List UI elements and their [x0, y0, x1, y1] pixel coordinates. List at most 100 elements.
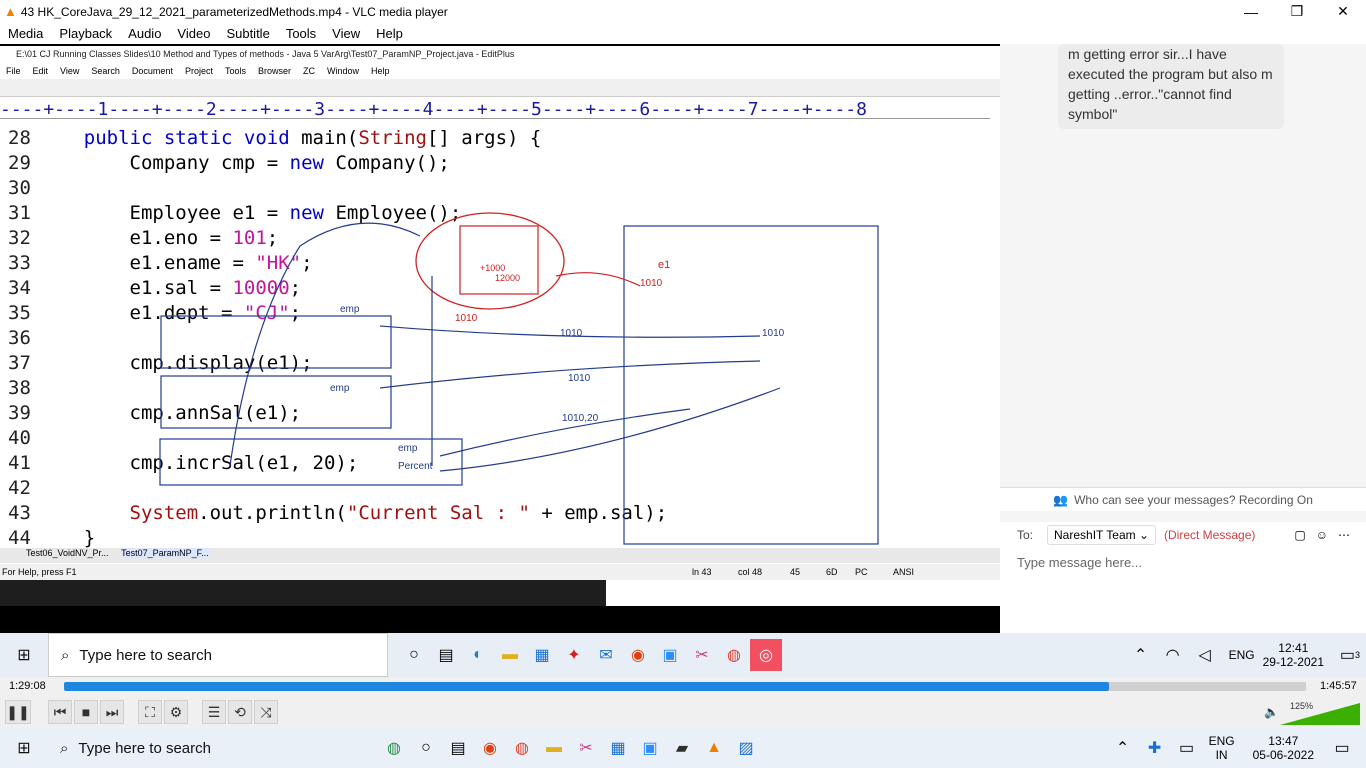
notification-icon[interactable]: ▭	[1326, 732, 1358, 764]
ep-menu-help[interactable]: Help	[365, 66, 396, 76]
shuffle-button[interactable]: ⤨	[254, 700, 278, 724]
host-taskbar-search[interactable]: ⌕ Type here to search	[48, 728, 308, 768]
vlc-icon[interactable]: ▲	[698, 732, 730, 764]
vlc-title-bar: ▲ 43 HK_CoreJava_29_12_2021_parameterize…	[0, 0, 1366, 23]
recipient-dropdown[interactable]: NareshIT Team ⌄	[1047, 525, 1157, 545]
snipping-tool-icon[interactable]: ✂	[570, 732, 602, 764]
zoom-icon[interactable]: ▣	[654, 639, 686, 671]
host-language[interactable]: ENG IN	[1209, 734, 1235, 762]
notepad-icon[interactable]: ▰	[666, 732, 698, 764]
menu-subtitle[interactable]: Subtitle	[218, 26, 277, 41]
volume-icon[interactable]: ◁	[1189, 639, 1221, 671]
lang-primary: ENG	[1208, 734, 1235, 748]
video-area[interactable]: E:\01 CJ Running Classes Slides\10 Metho…	[0, 44, 1366, 677]
notification-icon[interactable]: ▭ 3	[1334, 639, 1366, 671]
chrome-icon[interactable]: ◍	[718, 639, 750, 671]
ep-menu-tools[interactable]: Tools	[219, 66, 252, 76]
ep-menu-browser[interactable]: Browser	[252, 66, 297, 76]
ep-menu-edit[interactable]: Edit	[27, 66, 55, 76]
search-placeholder: Type here to search	[79, 646, 212, 664]
next-button[interactable]: ⏭	[100, 700, 124, 724]
doc-tab-active[interactable]: Test07_ParamNP_F...	[121, 548, 209, 558]
notice-text: Who can see your messages? Recording On	[1074, 492, 1313, 507]
edge-icon[interactable]: ◐	[462, 639, 494, 671]
record-icon[interactable]: ◉	[622, 639, 654, 671]
plus-icon[interactable]: ✚	[1139, 732, 1171, 764]
windows-start-icon[interactable]: ⊞	[0, 639, 48, 671]
tray-time: 12:41	[1278, 641, 1309, 655]
ep-menu-window[interactable]: Window	[321, 66, 365, 76]
store-icon[interactable]: ▦	[602, 732, 634, 764]
menu-tools[interactable]: Tools	[278, 26, 324, 41]
code-editor[interactable]: 28 public static void main(String[] args…	[0, 126, 988, 578]
menu-view[interactable]: View	[324, 26, 368, 41]
display-icon[interactable]: ▭	[1171, 732, 1203, 764]
status-col: col 48	[738, 567, 763, 577]
recipient-row: To: NareshIT Team ⌄ (Direct Message) ▢ ☺…	[1000, 522, 1366, 548]
snipping-tool-icon[interactable]: ✂	[686, 639, 718, 671]
maximize-button[interactable]: ❐	[1274, 0, 1320, 23]
host-clock[interactable]: 13:47 05-06-2022	[1253, 734, 1314, 762]
vlc-cone-icon: ▲	[4, 4, 17, 19]
tray-clock[interactable]: 12:41 29-12-2021	[1263, 641, 1324, 669]
tray-language[interactable]: ENG	[1229, 648, 1255, 662]
ep-menu-search[interactable]: Search	[85, 66, 126, 76]
ep-menu-view[interactable]: View	[54, 66, 85, 76]
ep-menu-project[interactable]: Project	[179, 66, 219, 76]
chrome-icon[interactable]: ◍	[506, 732, 538, 764]
cortana-icon[interactable]: ○	[410, 732, 442, 764]
to-label: To:	[1017, 528, 1034, 542]
task-view-icon[interactable]: ▤	[442, 732, 474, 764]
editplus-toolbar[interactable]	[0, 79, 1000, 97]
task-view-icon[interactable]: ▤	[430, 639, 462, 671]
menu-playback[interactable]: Playback	[51, 26, 120, 41]
speaker-icon[interactable]: 🔈	[1264, 705, 1279, 719]
playlist-button[interactable]: ☰	[202, 700, 226, 724]
zoom-icon[interactable]: ▣	[634, 732, 666, 764]
fullscreen-button[interactable]: ⛶	[138, 700, 162, 724]
screen-recorder-icon[interactable]: ◎	[750, 639, 782, 671]
cortana-icon[interactable]: ○	[398, 639, 430, 671]
network-icon[interactable]: ◠	[1157, 639, 1189, 671]
record-icon[interactable]: ◉	[474, 732, 506, 764]
ep-menu-zc[interactable]: ZC	[297, 66, 321, 76]
tray-chevron-icon[interactable]: ⌃	[1125, 639, 1157, 671]
extended-settings-button[interactable]: ⚙	[164, 700, 188, 724]
photos-icon[interactable]: ▨	[730, 732, 762, 764]
menu-audio[interactable]: Audio	[120, 26, 169, 41]
file-icon[interactable]: ▢	[1294, 528, 1305, 542]
file-explorer-icon[interactable]: ▬	[494, 639, 526, 671]
loop-button[interactable]: ⟲	[228, 700, 252, 724]
recording-notice[interactable]: 👥 Who can see your messages? Recording O…	[1000, 487, 1366, 511]
ep-menu-file[interactable]: File	[0, 66, 27, 76]
vlc-menu-bar: Media Playback Audio Video Subtitle Tool…	[0, 23, 1366, 44]
taskbar-search[interactable]: ⌕ Type here to search	[48, 633, 388, 677]
windows-start-icon[interactable]: ⊞	[0, 732, 48, 764]
menu-video[interactable]: Video	[169, 26, 218, 41]
globe-icon[interactable]: ◍	[378, 732, 410, 764]
message-input[interactable]: Type message here...	[1000, 548, 1366, 633]
pause-button[interactable]: ❚❚	[5, 700, 31, 724]
minimize-button[interactable]: —	[1228, 0, 1274, 23]
stop-button[interactable]: ■	[74, 700, 98, 724]
mail-icon[interactable]: ✉	[590, 639, 622, 671]
gift-icon[interactable]: ✦	[558, 639, 590, 671]
doc-tab[interactable]: Test06_VoidNV_Pr...	[26, 548, 109, 558]
status-hex: 6D	[826, 567, 838, 577]
status-pc: PC	[855, 567, 868, 577]
file-explorer-icon[interactable]: ▬	[538, 732, 570, 764]
more-icon[interactable]: ⋯	[1338, 528, 1350, 542]
tray-chevron-icon[interactable]: ⌃	[1107, 732, 1139, 764]
menu-help[interactable]: Help	[368, 26, 411, 41]
sketch-label: 1010,20	[562, 413, 599, 424]
seek-bar[interactable]	[64, 682, 1306, 691]
volume-percent: 125%	[1290, 701, 1314, 711]
emoji-icon[interactable]: ☺	[1316, 528, 1328, 542]
menu-media[interactable]: Media	[0, 26, 51, 41]
vlc-seek-area: 1:29:08 1:45:57	[0, 677, 1366, 697]
chat-message-bubble: m getting error sir...I have executed th…	[1058, 44, 1284, 129]
previous-button[interactable]: ⏮	[48, 700, 72, 724]
close-button[interactable]: ✕	[1320, 0, 1366, 23]
ep-menu-document[interactable]: Document	[126, 66, 179, 76]
store-icon[interactable]: ▦	[526, 639, 558, 671]
